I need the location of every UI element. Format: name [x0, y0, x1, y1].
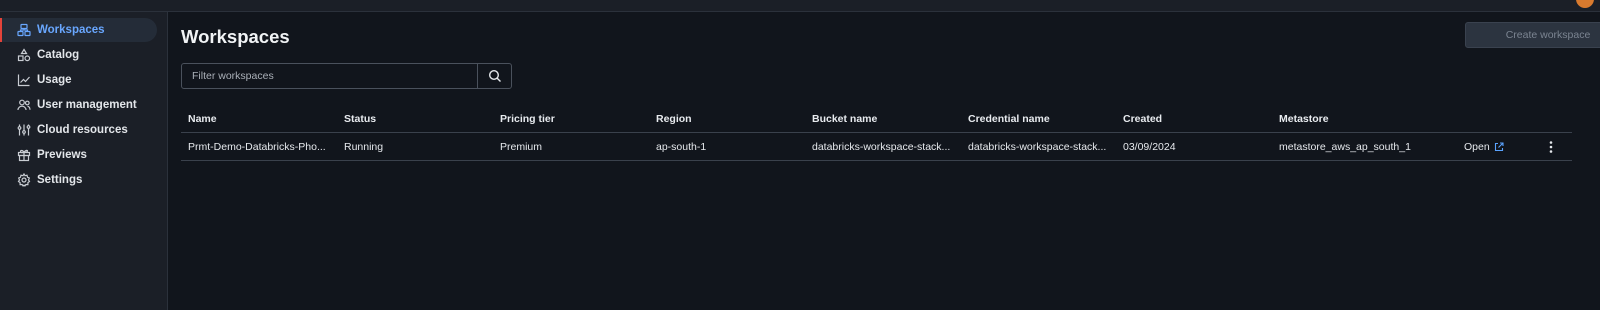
top-bar	[0, 0, 1600, 12]
column-header-name[interactable]: Name	[188, 105, 333, 132]
workspace-created: 03/09/2024	[1123, 140, 1176, 153]
avatar[interactable]	[1576, 0, 1594, 8]
main-content: Workspaces Create workspace Name Status …	[168, 12, 1600, 310]
gear-icon	[17, 173, 31, 187]
sidebar-item-catalog[interactable]: Catalog	[0, 43, 157, 67]
sidebar-item-usage[interactable]: Usage	[0, 68, 157, 92]
page-title: Workspaces	[181, 26, 290, 47]
search-input[interactable]	[182, 64, 477, 88]
workspace-status: Running	[344, 140, 384, 153]
sidebar-item-label: Usage	[37, 74, 72, 86]
workspaces-table: Name Status Pricing tier Region Bucket n…	[181, 105, 1572, 161]
create-workspace-button[interactable]: Create workspace	[1465, 22, 1600, 48]
users-icon	[17, 98, 31, 112]
sidebar-item-label: Previews	[37, 149, 87, 161]
metastore-link[interactable]: metastore_aws_ap_south_1	[1279, 133, 1449, 160]
sidebar: Workspaces Catalog Usage User management…	[0, 12, 168, 310]
sidebar-item-label: Catalog	[37, 49, 80, 61]
column-header-region[interactable]: Region	[656, 105, 801, 132]
sidebar-item-user-management[interactable]: User management	[0, 93, 157, 117]
column-header-metastore[interactable]: Metastore	[1279, 105, 1449, 132]
table-header: Name Status Pricing tier Region Bucket n…	[181, 105, 1572, 133]
column-header-bucket-name[interactable]: Bucket name	[812, 105, 957, 132]
column-header-status[interactable]: Status	[344, 105, 489, 132]
sidebar-item-label: User management	[37, 99, 137, 111]
column-header-pricing-tier[interactable]: Pricing tier	[500, 105, 645, 132]
workspace-bucket-name: databricks-workspace-stack...	[812, 140, 951, 153]
row-actions-menu[interactable]	[1545, 133, 1557, 160]
workspace-region: ap-south-1	[656, 140, 707, 153]
search-button[interactable]	[477, 64, 511, 88]
column-header-credential-name[interactable]: Credential name	[968, 105, 1113, 132]
workspace-pricing-tier: Premium	[500, 140, 543, 153]
sidebar-item-label: Settings	[37, 174, 83, 186]
gift-icon	[17, 148, 31, 162]
sidebar-item-settings[interactable]: Settings	[0, 168, 157, 192]
workspace-credential-name: databricks-workspace-stack...	[968, 140, 1107, 153]
column-header-created[interactable]: Created	[1123, 105, 1268, 132]
workspace-name-link[interactable]: Prmt-Demo-Databricks-Pho...	[188, 133, 333, 160]
table-row: Prmt-Demo-Databricks-Pho... Running Prem…	[181, 133, 1572, 161]
sidebar-item-previews[interactable]: Previews	[0, 143, 157, 167]
usage-chart-icon	[17, 73, 31, 87]
sidebar-item-workspaces[interactable]: Workspaces	[0, 18, 157, 42]
sidebar-item-cloud-resources[interactable]: Cloud resources	[0, 118, 157, 142]
search-box	[181, 63, 512, 89]
sidebar-item-label: Cloud resources	[37, 124, 128, 136]
cloud-resources-icon	[17, 123, 31, 137]
sidebar-item-label: Workspaces	[37, 24, 105, 36]
workspaces-icon	[17, 23, 31, 37]
search-icon	[488, 69, 502, 83]
kebab-menu-icon	[1549, 140, 1553, 154]
open-workspace-link[interactable]: Open	[1464, 133, 1524, 160]
open-link-label: Open	[1464, 140, 1490, 153]
catalog-icon	[17, 48, 31, 62]
external-link-icon	[1494, 141, 1504, 152]
